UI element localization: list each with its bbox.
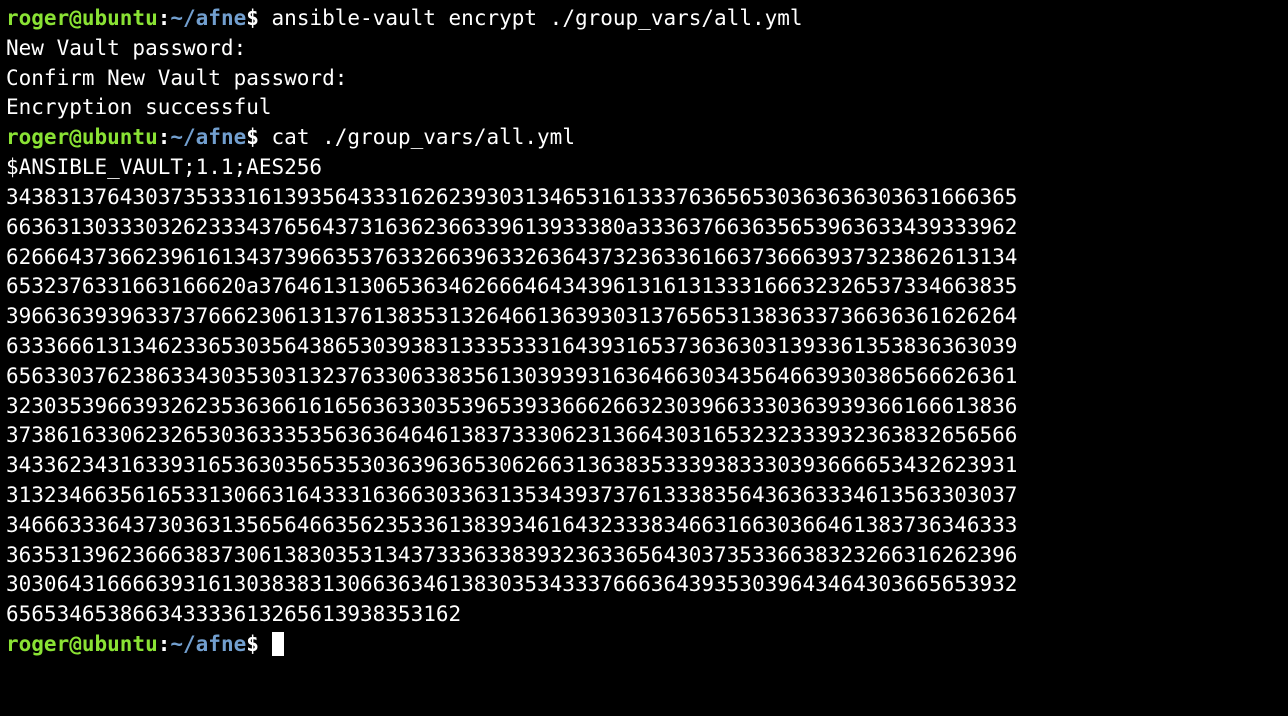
terminal-line: 6333666131346233653035643865303938313335… xyxy=(6,332,1282,362)
terminal-line: 3966363939633737666230613137613835313264… xyxy=(6,302,1282,332)
terminal-line: Encryption successful xyxy=(6,93,1282,123)
terminal-line: 3738616330623265303633353563636464613837… xyxy=(6,421,1282,451)
cursor xyxy=(272,632,284,656)
prompt-colon: : xyxy=(158,125,171,149)
prompt-dollar: $ xyxy=(246,632,259,656)
terminal-line: 656534653866343333613265613938353162 xyxy=(6,600,1282,630)
output-text: 6333666131346233653035643865303938313335… xyxy=(6,334,1017,358)
output-text: 6563303762386334303530313237633063383561… xyxy=(6,364,1017,388)
terminal-output[interactable]: roger@ubuntu:~/afne$ ansible-vault encry… xyxy=(6,4,1282,660)
terminal-line: 3466633364373036313565646635623533613839… xyxy=(6,511,1282,541)
output-text: 3438313764303735333161393564333162623930… xyxy=(6,185,1017,209)
terminal-line: 6532376331663166620a37646131306536346266… xyxy=(6,272,1282,302)
terminal-line: 3230353966393262353636616165636330353965… xyxy=(6,392,1282,422)
terminal-line: 6266643736623961613437396635376332663963… xyxy=(6,243,1282,273)
terminal-line: 3030643166663931613038383130663634613830… xyxy=(6,570,1282,600)
terminal-line: 6563303762386334303530313237633063383561… xyxy=(6,362,1282,392)
prompt-colon: : xyxy=(158,6,171,30)
output-text: 3230353966393262353636616165636330353965… xyxy=(6,394,1017,418)
output-text: 3030643166663931613038383130663634613830… xyxy=(6,572,1017,596)
prompt-user-host: roger@ubuntu xyxy=(6,6,158,30)
command-text: ansible-vault encrypt ./group_vars/all.y… xyxy=(259,6,803,30)
terminal-line: 3635313962366638373061383035313437333633… xyxy=(6,541,1282,571)
terminal-line: 3132346635616533130663164333163663033631… xyxy=(6,481,1282,511)
prompt-colon: : xyxy=(158,632,171,656)
output-text: 3635313962366638373061383035313437333633… xyxy=(6,543,1017,567)
output-text: 6266643736623961613437396635376332663963… xyxy=(6,245,1017,269)
terminal-line: roger@ubuntu:~/afne$ ansible-vault encry… xyxy=(6,4,1282,34)
prompt-path: ~/afne xyxy=(170,6,246,30)
terminal-line: 3438313764303735333161393564333162623930… xyxy=(6,183,1282,213)
terminal-line: New Vault password: xyxy=(6,34,1282,64)
output-text: 3966363939633737666230613137613835313264… xyxy=(6,304,1017,328)
output-text: 6532376331663166620a37646131306536346266… xyxy=(6,274,1017,298)
output-text: Confirm New Vault password: xyxy=(6,66,347,90)
prompt-dollar: $ xyxy=(246,125,259,149)
terminal-line: Confirm New Vault password: xyxy=(6,64,1282,94)
output-text: Encryption successful xyxy=(6,95,272,119)
command-text: cat ./group_vars/all.yml xyxy=(259,125,575,149)
terminal-line: roger@ubuntu:~/afne$ cat ./group_vars/al… xyxy=(6,123,1282,153)
prompt-path: ~/afne xyxy=(170,632,246,656)
output-text: 656534653866343333613265613938353162 xyxy=(6,602,461,626)
output-text: 3738616330623265303633353563636464613837… xyxy=(6,423,1017,447)
terminal-line: $ANSIBLE_VAULT;1.1;AES256 xyxy=(6,153,1282,183)
prompt-user-host: roger@ubuntu xyxy=(6,125,158,149)
output-text: $ANSIBLE_VAULT;1.1;AES256 xyxy=(6,155,322,179)
output-text: 6636313033303262333437656437316362366339… xyxy=(6,215,1017,239)
prompt-path: ~/afne xyxy=(170,125,246,149)
output-text: 3433623431633931653630356535303639636530… xyxy=(6,453,1017,477)
output-text: 3466633364373036313565646635623533613839… xyxy=(6,513,1017,537)
output-text: New Vault password: xyxy=(6,36,246,60)
terminal-line: 3433623431633931653630356535303639636530… xyxy=(6,451,1282,481)
output-text: 3132346635616533130663164333163663033631… xyxy=(6,483,1017,507)
terminal-line: roger@ubuntu:~/afne$ xyxy=(6,630,1282,660)
prompt-dollar: $ xyxy=(246,6,259,30)
prompt-user-host: roger@ubuntu xyxy=(6,632,158,656)
terminal-line: 6636313033303262333437656437316362366339… xyxy=(6,213,1282,243)
